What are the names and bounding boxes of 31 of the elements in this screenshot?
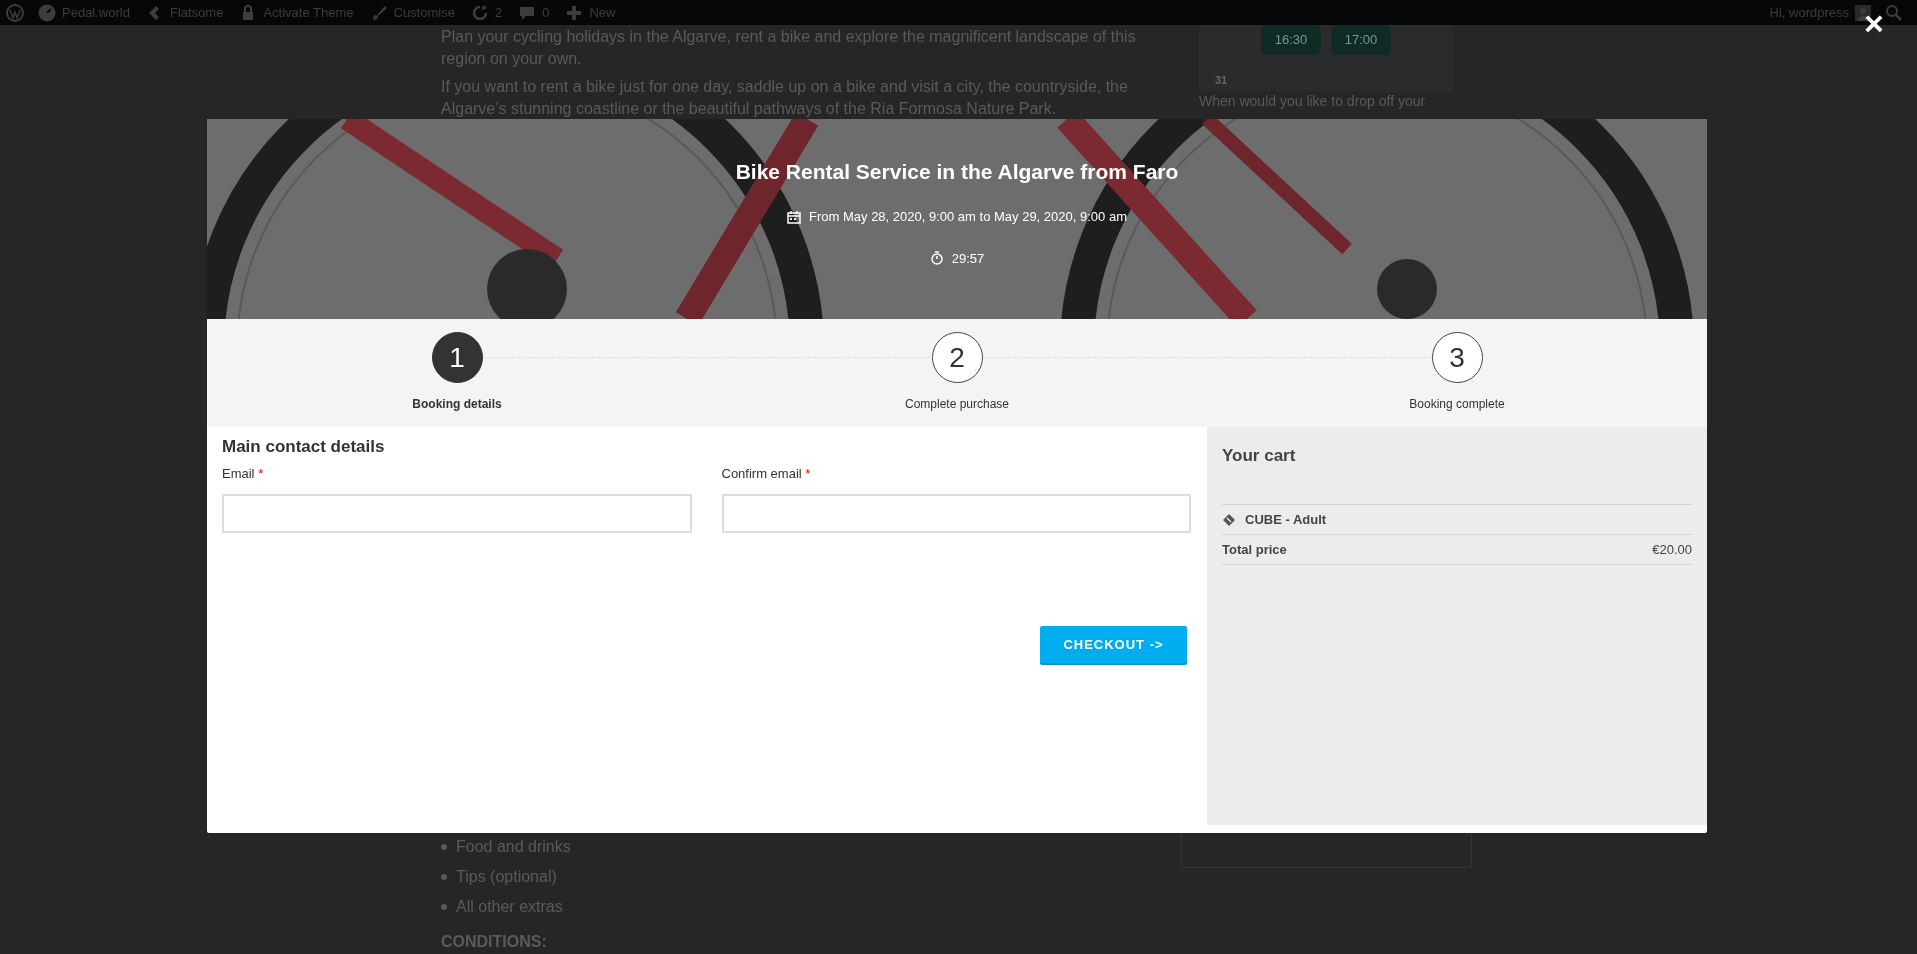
bullet-icon: [441, 844, 447, 850]
checkout-button[interactable]: CHECKOUT ->: [1040, 626, 1187, 665]
field-label: Confirm email *: [721, 466, 812, 482]
step-label: Complete purchase: [904, 396, 1010, 413]
step-label: Booking complete: [1409, 396, 1505, 413]
plus-icon: [565, 3, 584, 22]
close-button[interactable]: ×: [1864, 8, 1884, 38]
input-field[interactable]: [721, 494, 1191, 533]
countdown-timer: 29:57: [951, 249, 985, 268]
cart-title: Your cart: [1222, 445, 1297, 467]
date-range: From May 28, 2020, 9:00 am to May 29, 2020, 9:00 am: [809, 208, 1127, 226]
stopwatch-icon: [929, 251, 944, 266]
day-number: 31: [1215, 73, 1228, 88]
modal-title: Bike Rental Service in the Algarve from Faro: [735, 159, 1179, 185]
bullet-icon: [441, 904, 447, 910]
total-label: Total price: [1222, 540, 1287, 559]
time-button[interactable]: 17:00: [1331, 25, 1391, 55]
search-icon: [1885, 3, 1903, 22]
input-field[interactable]: [222, 494, 692, 533]
calendar-icon: [787, 209, 801, 224]
wordpress-logo-icon: [6, 3, 24, 22]
dashboard-icon: [38, 3, 56, 22]
section-heading: Main contact details: [222, 436, 386, 458]
cart-item: CUBE - Adult: [1245, 510, 1327, 529]
step-label: Booking details: [412, 396, 502, 413]
refresh-icon: [470, 3, 489, 22]
field-label: Email *: [222, 466, 265, 482]
ticket-icon: [1222, 512, 1236, 527]
time-button[interactable]: 16:30: [1261, 25, 1321, 55]
bullet-icon: [441, 874, 447, 880]
total-price: €20.00: [1652, 540, 1692, 559]
